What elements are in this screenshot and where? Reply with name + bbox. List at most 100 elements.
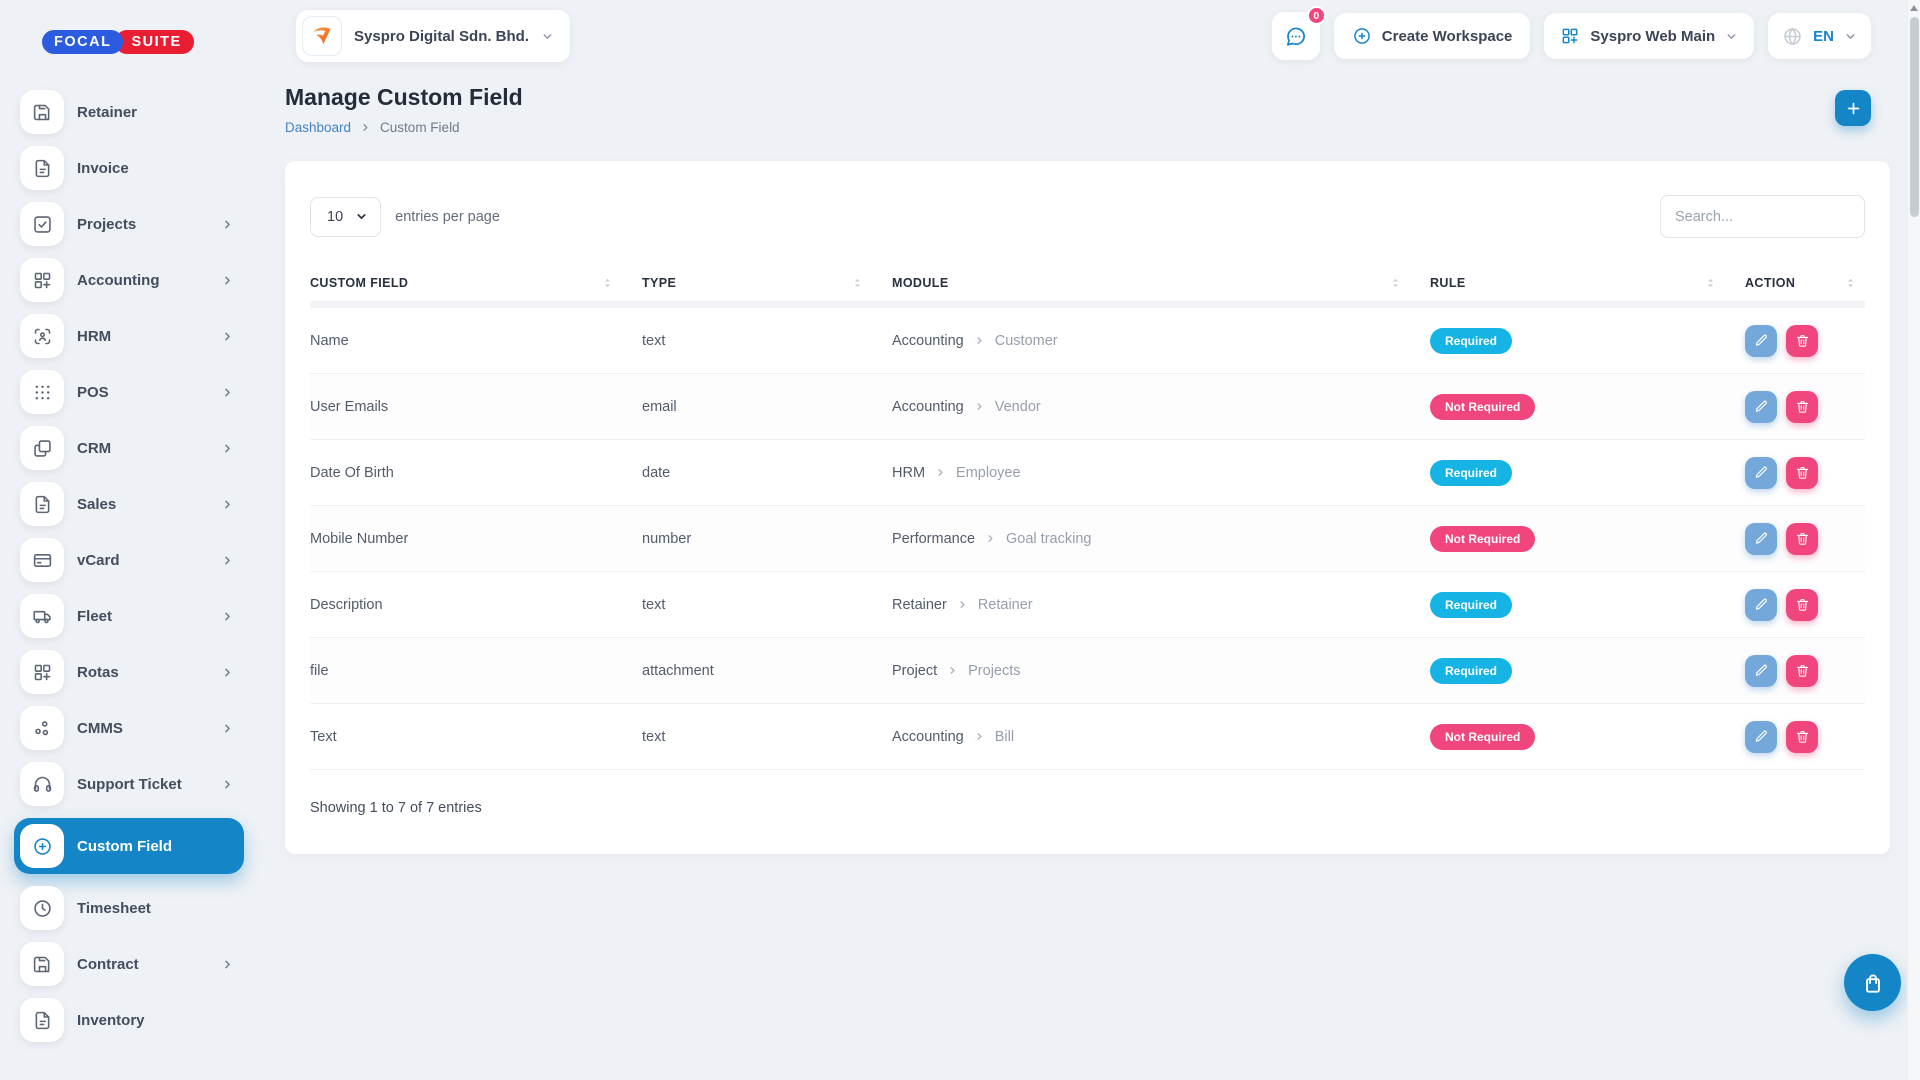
grid-plus-icon	[20, 650, 64, 694]
pencil-icon	[1754, 333, 1769, 348]
scrollbar-up-arrow[interactable]	[1910, 5, 1918, 11]
delete-button[interactable]	[1786, 391, 1818, 423]
sidebar-item-contract[interactable]: Contract	[20, 942, 244, 986]
table-footer-status: Showing 1 to 7 of 7 entries	[310, 770, 1865, 816]
module-name: Retainer	[892, 597, 947, 613]
sidebar-item-sales[interactable]: Sales	[20, 482, 244, 526]
chevron-right-icon	[947, 665, 958, 676]
sidebar-item-inventory[interactable]: Inventory	[20, 998, 244, 1042]
sort-icon[interactable]	[1389, 275, 1402, 291]
custom-field-cell: Description	[310, 597, 642, 613]
entries-per-page-value: 10	[327, 209, 343, 225]
chevron-right-icon	[221, 386, 234, 399]
rule-badge: Required	[1430, 658, 1512, 684]
action-cell	[1745, 721, 1865, 753]
copy-icon	[20, 426, 64, 470]
module-cell: Project Projects	[892, 663, 1430, 679]
submodule-name: Retainer	[978, 597, 1033, 613]
language-selector[interactable]: EN	[1768, 13, 1871, 59]
rule-cell: Not Required	[1430, 526, 1745, 552]
module-cell: Accounting Vendor	[892, 399, 1430, 415]
action-cell	[1745, 457, 1865, 489]
sidebar-item-pos[interactable]: POS	[20, 370, 244, 414]
custom-field-cell: Text	[310, 729, 642, 745]
sidebar: FOCAL SUITE Retainer Invoice Projects Ac…	[0, 0, 252, 1080]
edit-button[interactable]	[1745, 721, 1777, 753]
scrollbar-thumb[interactable]	[1910, 17, 1919, 217]
column-header-module[interactable]: MODULE	[892, 275, 1430, 291]
chevron-right-icon	[221, 330, 234, 343]
create-workspace-label: Create Workspace	[1382, 28, 1513, 45]
create-workspace-button[interactable]: Create Workspace	[1334, 13, 1531, 59]
file-icon	[20, 146, 64, 190]
sidebar-item-timesheet[interactable]: Timesheet	[20, 886, 244, 930]
delete-button[interactable]	[1786, 655, 1818, 687]
headphones-icon	[20, 762, 64, 806]
custom-field-cell: file	[310, 663, 642, 679]
sidebar-item-cmms[interactable]: CMMS	[20, 706, 244, 750]
add-custom-field-button[interactable]	[1835, 90, 1871, 126]
chat-bubble-icon	[1284, 25, 1307, 48]
workspace-selector[interactable]: Syspro Digital Sdn. Bhd.	[296, 10, 570, 62]
column-header-action[interactable]: ACTION	[1745, 275, 1865, 291]
topbar-right: 0 Create Workspace Syspro Web Main EN	[1272, 12, 1871, 60]
floating-shop-button[interactable]	[1844, 954, 1901, 1011]
dots-grid-icon	[20, 370, 64, 414]
rule-badge: Not Required	[1430, 724, 1535, 750]
edit-button[interactable]	[1745, 523, 1777, 555]
sort-icon[interactable]	[851, 275, 864, 291]
sidebar-item-hrm[interactable]: HRM	[20, 314, 244, 358]
sort-icon[interactable]	[1704, 275, 1717, 291]
entries-per-page-select[interactable]: 10	[310, 197, 381, 237]
edit-button[interactable]	[1745, 655, 1777, 687]
module-cell: Performance Goal tracking	[892, 531, 1430, 547]
sidebar-item-projects[interactable]: Projects	[20, 202, 244, 246]
type-cell: text	[642, 597, 892, 613]
delete-button[interactable]	[1786, 325, 1818, 357]
page-head: Manage Custom Field Dashboard Custom Fie…	[252, 72, 1920, 135]
pencil-icon	[1754, 465, 1769, 480]
pencil-icon	[1754, 663, 1769, 678]
sort-icon[interactable]	[1844, 275, 1857, 291]
rule-badge: Required	[1430, 328, 1512, 354]
delete-button[interactable]	[1786, 457, 1818, 489]
rule-cell: Required	[1430, 592, 1745, 618]
column-header-rule[interactable]: RULE	[1430, 275, 1745, 291]
page-title: Manage Custom Field	[285, 84, 523, 111]
sidebar-item-vcard[interactable]: vCard	[20, 538, 244, 582]
messages-button[interactable]: 0	[1272, 12, 1320, 60]
delete-button[interactable]	[1786, 721, 1818, 753]
sidebar-item-accounting[interactable]: Accounting	[20, 258, 244, 302]
page-scrollbar[interactable]	[1907, 0, 1920, 1080]
sidebar-item-retainer[interactable]: Retainer	[20, 90, 244, 134]
sort-icon[interactable]	[601, 275, 614, 291]
delete-button[interactable]	[1786, 589, 1818, 621]
delete-button[interactable]	[1786, 523, 1818, 555]
entries-per-page-label: entries per page	[395, 209, 500, 225]
table-body: Name text Accounting Customer Required U…	[310, 308, 1865, 770]
edit-button[interactable]	[1745, 589, 1777, 621]
chevron-right-icon	[221, 778, 234, 791]
edit-button[interactable]	[1745, 391, 1777, 423]
app-selector[interactable]: Syspro Web Main	[1544, 13, 1754, 59]
sidebar-item-rotas[interactable]: Rotas	[20, 650, 244, 694]
type-cell: text	[642, 333, 892, 349]
column-header-custom-field[interactable]: CUSTOM FIELD	[310, 275, 642, 291]
rule-cell: Required	[1430, 328, 1745, 354]
sidebar-item-crm[interactable]: CRM	[20, 426, 244, 470]
grid-plus-icon	[1560, 26, 1580, 46]
sidebar-item-invoice[interactable]: Invoice	[20, 146, 244, 190]
sidebar-item-fleet[interactable]: Fleet	[20, 594, 244, 638]
column-header-type[interactable]: TYPE	[642, 275, 892, 291]
edit-button[interactable]	[1745, 457, 1777, 489]
rule-cell: Required	[1430, 658, 1745, 684]
submodule-name: Customer	[995, 333, 1058, 349]
breadcrumb-dashboard-link[interactable]: Dashboard	[285, 120, 351, 135]
sidebar-item-support-ticket[interactable]: Support Ticket	[20, 762, 244, 806]
search-input[interactable]	[1660, 195, 1865, 238]
edit-button[interactable]	[1745, 325, 1777, 357]
syspro-logo-icon	[302, 16, 342, 56]
sidebar-item-custom-field[interactable]: Custom Field	[14, 818, 244, 874]
chevron-down-icon	[1725, 30, 1738, 43]
rule-badge: Not Required	[1430, 526, 1535, 552]
